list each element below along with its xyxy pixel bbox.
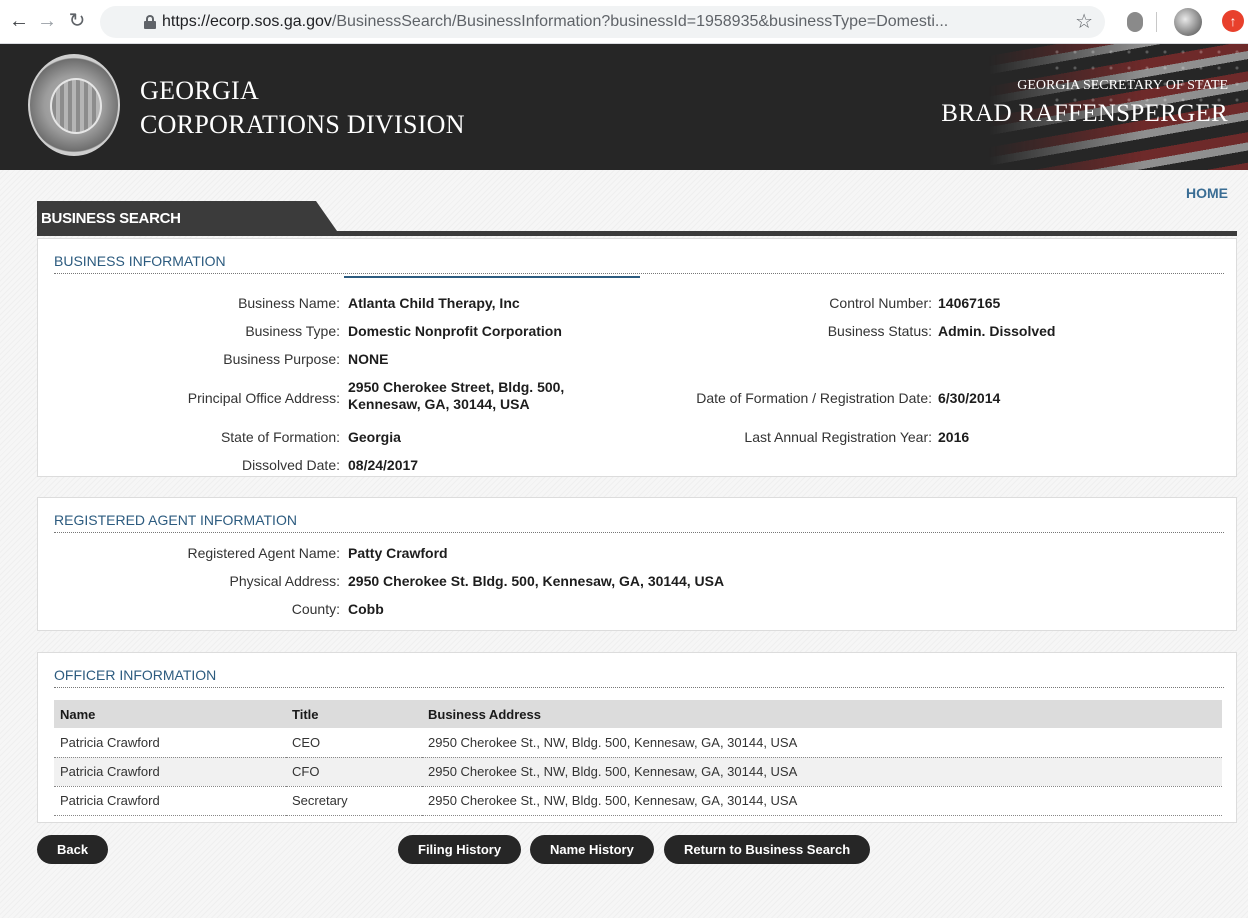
url-host: https://ecorp.sos.ga.gov: [162, 13, 332, 30]
star-icon[interactable]: ☆: [1075, 9, 1093, 34]
annual-registration-value: 2016: [938, 429, 970, 445]
control-number-value: 14067165: [938, 295, 1001, 311]
officer-address-cell: 2950 Cherokee St., NW, Bldg. 500, Kennes…: [422, 786, 1222, 816]
business-type-label: Business Type:: [245, 323, 340, 339]
secretary-label: GEORGIA SECRETARY OF STATE: [1017, 78, 1228, 93]
back-icon[interactable]: ←: [6, 8, 32, 34]
stars-graphic: [1048, 44, 1248, 104]
division-title-line2: CORPORATIONS DIVISION: [140, 110, 465, 139]
business-status-label: Business Status:: [827, 323, 932, 339]
page-content: GEORGIA CORPORATIONS DIVISION GEORGIA SE…: [0, 44, 1248, 918]
home-link[interactable]: HOME: [1186, 185, 1228, 201]
section-title: BUSINESS SEARCH: [41, 210, 181, 227]
agent-county-label: County:: [291, 601, 340, 617]
url-text[interactable]: https://ecorp.sos.ga.gov/BusinessSearch/…: [162, 13, 1052, 31]
extension-icon[interactable]: [1127, 12, 1143, 32]
officer-title-cell: CEO: [286, 728, 422, 758]
browser-toolbar: ← → ↻ https://ecorp.sos.ga.gov/BusinessS…: [0, 0, 1248, 44]
lock-icon[interactable]: [144, 15, 156, 29]
return-to-search-button[interactable]: Return to Business Search: [664, 835, 871, 864]
address-bar[interactable]: https://ecorp.sos.ga.gov/BusinessSearch/…: [100, 6, 1105, 38]
profile-icon[interactable]: [1174, 8, 1202, 36]
business-name-label: Business Name:: [238, 295, 340, 311]
officer-name-cell: Patricia Crawford: [54, 728, 286, 758]
officer-title-cell: CFO: [286, 757, 422, 787]
seal-arch: [50, 78, 102, 134]
agent-address-label: Physical Address:: [229, 573, 341, 589]
officer-address-cell: 2950 Cherokee St., NW, Bldg. 500, Kennes…: [422, 728, 1222, 758]
section-divider: [37, 231, 1237, 236]
registered-agent-heading: REGISTERED AGENT INFORMATION: [54, 512, 1224, 533]
business-status-value: Admin. Dissolved: [938, 323, 1056, 339]
principal-address-line2: Kennesaw, GA, 30144, USA: [348, 396, 530, 412]
business-info-panel: BUSINESS INFORMATION Business Name: Atla…: [37, 238, 1237, 477]
business-info-heading: BUSINESS INFORMATION: [54, 253, 1224, 274]
business-purpose-value: NONE: [348, 351, 389, 367]
business-purpose-label: Business Purpose:: [223, 351, 340, 367]
toolbar-divider: [1156, 12, 1157, 32]
principal-address-label: Principal Office Address:: [187, 390, 340, 406]
annual-registration-label: Last Annual Registration Year:: [744, 429, 932, 445]
filing-history-button[interactable]: Filing History: [398, 835, 522, 864]
control-number-label: Control Number:: [829, 295, 932, 311]
officer-heading: OFFICER INFORMATION: [54, 667, 1224, 688]
state-seal-logo[interactable]: [28, 54, 120, 156]
reload-icon[interactable]: ↻: [64, 8, 90, 34]
officer-table-header: Name Title Business Address: [54, 700, 1222, 728]
principal-address-value: 2950 Cherokee Street, Bldg. 500, Kennesa…: [348, 379, 564, 413]
officer-name-cell: Patricia Crawford: [54, 757, 286, 787]
secretary-name: BRAD RAFFENSPERGER: [941, 100, 1228, 127]
dissolved-date-value: 08/24/2017: [348, 457, 419, 473]
officer-title-cell: Secretary: [286, 786, 422, 816]
agent-county-value: Cobb: [348, 601, 384, 617]
url-path: /BusinessSearch/BusinessInformation?busi…: [331, 13, 949, 30]
officer-table: Name Title Business Address Patricia Cra…: [54, 700, 1222, 816]
agent-name-label: Registered Agent Name:: [187, 545, 340, 561]
back-button[interactable]: Back: [37, 835, 109, 864]
state-of-formation-label: State of Formation:: [220, 429, 340, 445]
heading-accent: [344, 276, 640, 278]
principal-address-line1: 2950 Cherokee Street, Bldg. 500,: [348, 379, 565, 395]
business-name-value: Atlanta Child Therapy, Inc: [348, 295, 520, 311]
column-header-name: Name: [54, 700, 286, 728]
officer-address-cell: 2950 Cherokee St., NW, Bldg. 500, Kennes…: [422, 757, 1222, 787]
column-header-title: Title: [286, 700, 422, 728]
formation-date-value: 6/30/2014: [938, 390, 1001, 406]
business-type-value: Domestic Nonprofit Corporation: [348, 323, 562, 339]
table-row: Patricia Crawford CEO 2950 Cherokee St.,…: [54, 728, 1222, 758]
column-header-address: Business Address: [422, 700, 1222, 728]
update-icon[interactable]: ↑: [1222, 10, 1244, 32]
state-of-formation-value: Georgia: [348, 429, 401, 445]
registered-agent-panel: REGISTERED AGENT INFORMATION Registered …: [37, 497, 1237, 631]
table-row: Patricia Crawford Secretary 2950 Cheroke…: [54, 786, 1222, 816]
officer-name-cell: Patricia Crawford: [54, 786, 286, 816]
agent-address-value: 2950 Cherokee St. Bldg. 500, Kennesaw, G…: [348, 573, 725, 589]
table-row: Patricia Crawford CFO 2950 Cherokee St.,…: [54, 757, 1222, 787]
dissolved-date-label: Dissolved Date:: [241, 457, 340, 473]
site-header: GEORGIA CORPORATIONS DIVISION GEORGIA SE…: [0, 44, 1248, 170]
division-title: GEORGIA CORPORATIONS DIVISION: [140, 74, 465, 142]
forward-icon[interactable]: →: [34, 8, 60, 34]
agent-name-value: Patty Crawford: [348, 545, 448, 561]
formation-date-label: Date of Formation / Registration Date:: [696, 390, 932, 406]
name-history-button[interactable]: Name History: [530, 835, 654, 864]
division-title-line1: GEORGIA: [140, 76, 260, 105]
officer-panel: OFFICER INFORMATION Name Title Business …: [37, 652, 1237, 823]
